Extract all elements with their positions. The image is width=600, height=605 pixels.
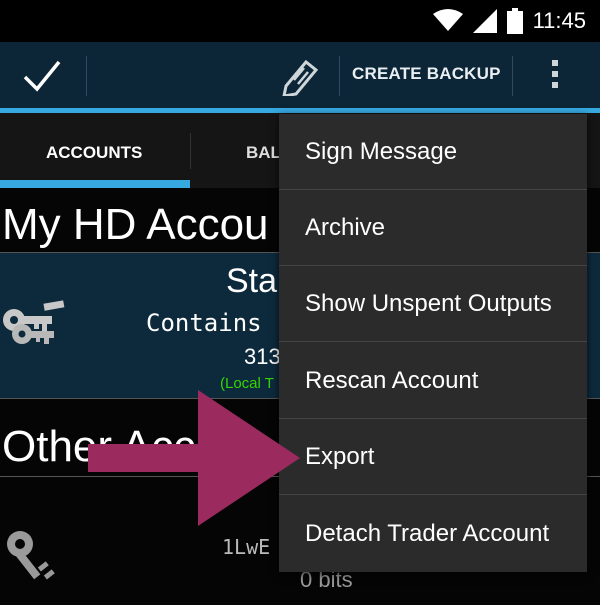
create-backup-button[interactable]: CREATE BACKUP [352, 64, 501, 84]
hd-account-value: 313 [244, 344, 281, 369]
menu-item-label: Detach Trader Account [305, 520, 550, 547]
action-bar: CREATE BACKUP [0, 42, 600, 108]
menu-item-archive[interactable]: Archive [279, 190, 587, 266]
other-account-address: 1LwE [222, 535, 271, 559]
tab-accounts[interactable]: ACCOUNTS [46, 143, 142, 163]
hd-section-title: My HD Accou [2, 200, 269, 249]
pointer-arrow-icon [88, 390, 300, 526]
menu-item-label: Archive [305, 214, 386, 241]
menu-item-rescan-account[interactable]: Rescan Account [279, 343, 587, 419]
account-overflow-menu: Sign Message Archive Show Unspent Output… [279, 114, 587, 572]
action-divider [86, 56, 87, 96]
status-time: 11:45 [532, 8, 586, 33]
menu-item-show-unspent-outputs[interactable]: Show Unspent Outputs [279, 266, 587, 342]
battery-icon [506, 8, 523, 34]
action-divider [512, 56, 513, 96]
wifi-icon [432, 9, 463, 31]
menu-item-export[interactable]: Export [279, 419, 587, 495]
overflow-menu-icon[interactable] [549, 60, 561, 94]
tab-divider [190, 133, 191, 169]
menu-item-sign-message[interactable]: Sign Message [279, 114, 587, 190]
menu-item-label: Sign Message [305, 138, 458, 165]
hd-account-name: Sta [226, 262, 278, 300]
check-icon[interactable] [22, 58, 62, 94]
tab-balance[interactable]: BAL [246, 143, 281, 163]
edit-tag-icon[interactable] [280, 56, 320, 96]
action-divider [339, 56, 340, 96]
status-icons: 11:45 [432, 8, 586, 34]
hd-account-contains: Contains [146, 309, 262, 337]
tab-indicator [0, 180, 190, 188]
signal-icon [472, 9, 497, 33]
menu-item-label: Export [305, 443, 375, 470]
menu-item-label: Rescan Account [305, 367, 479, 394]
menu-item-label: Show Unspent Outputs [305, 290, 552, 317]
keys-icon [3, 300, 65, 344]
status-bar: 11:45 [0, 0, 600, 42]
menu-item-detach-trader-account[interactable]: Detach Trader Account [279, 496, 587, 572]
key-icon [7, 531, 55, 580]
